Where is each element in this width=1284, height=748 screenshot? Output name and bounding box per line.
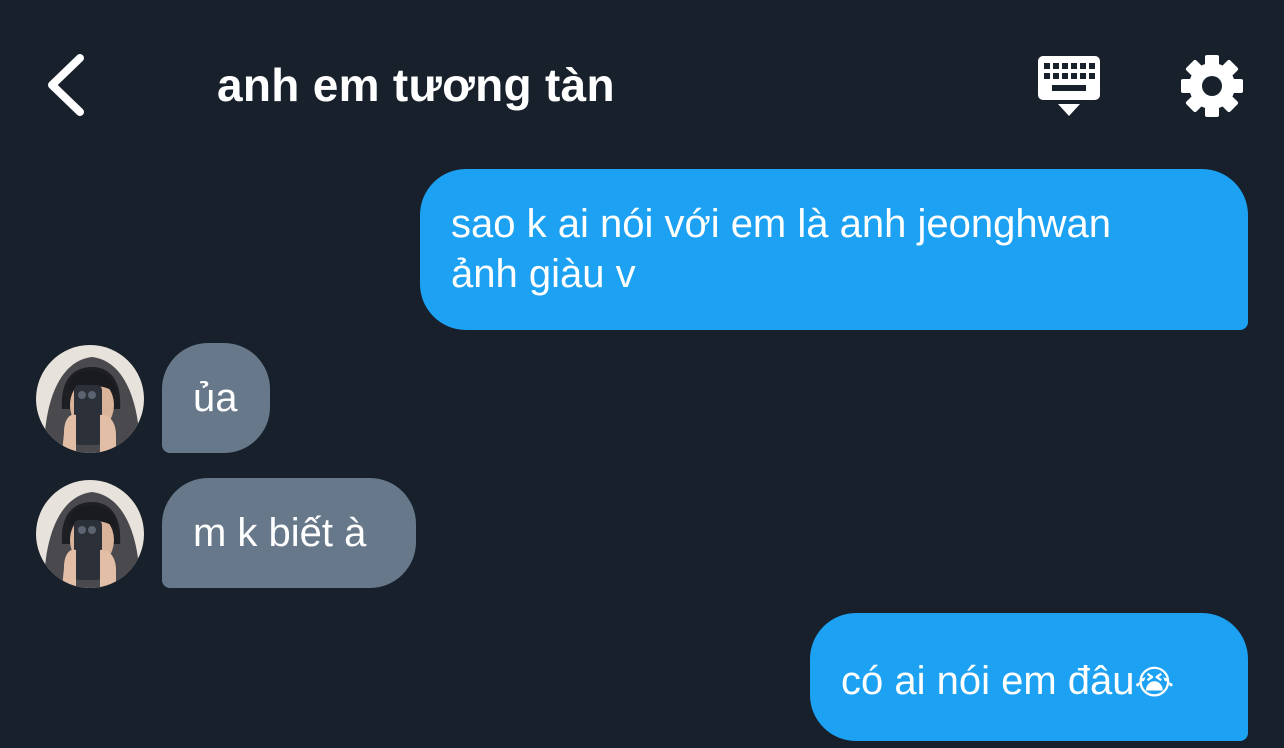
keyboard-icon [1038,56,1100,116]
conversation-title: anh em tương tàn [217,59,615,111]
message-bubble-outgoing[interactable]: có ai nói em đâu😭 [810,613,1248,741]
message-bubble-outgoing[interactable]: sao k ai nói với em là anh jeonghwan ảnh… [420,169,1248,330]
chat-header: anh em tương tàn [0,0,1284,160]
keyboard-button[interactable] [1034,52,1104,120]
gear-icon [1181,55,1243,117]
message-text: có ai nói em đâu [841,659,1135,703]
back-button[interactable] [40,50,94,120]
message-text-line: ảnh giàu v [451,252,636,296]
message-bubble-incoming[interactable]: ủa [162,343,270,453]
avatar[interactable] [36,345,144,453]
avatar-icon [36,345,144,453]
message-text-line: sao k ai nói với em là anh jeonghwan [451,202,1111,246]
message-text: m k biết à [193,511,367,555]
settings-button[interactable] [1178,52,1246,120]
message-text: ủa [193,376,238,420]
chevron-left-icon [48,54,84,116]
avatar-icon [36,480,144,588]
message-bubble-incoming[interactable]: m k biết à [162,478,416,588]
avatar[interactable] [36,480,144,588]
crying-face-emoji: 😭 [1134,664,1175,702]
